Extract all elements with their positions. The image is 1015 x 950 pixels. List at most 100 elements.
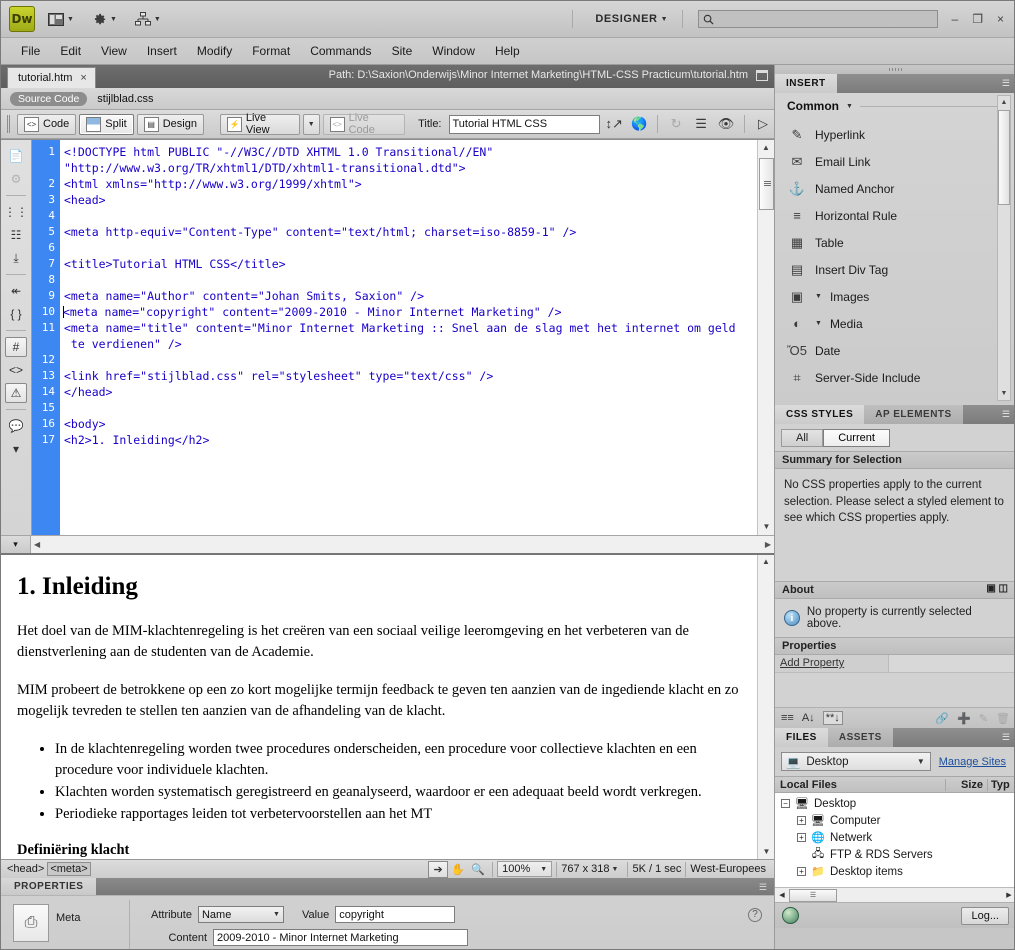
related-file-source-code[interactable]: Source Code <box>10 91 88 106</box>
insert-item-named-anchor[interactable]: ⚓ Named Anchor <box>775 175 1014 202</box>
code-line[interactable]: </head> <box>64 384 756 400</box>
insert-item-images[interactable]: ▣ ▼ Images <box>775 283 1014 310</box>
tab-css-styles[interactable]: CSS STYLES <box>775 405 865 424</box>
insert-item-media[interactable]: ◐ ▼ Media <box>775 310 1014 337</box>
remove-comment-icon[interactable]: 💬 <box>5 416 27 436</box>
chevron-down-icon[interactable]: ▼ <box>815 320 822 327</box>
expand-all-icon[interactable]: ⤓ <box>5 248 27 268</box>
insert-item-horizontal-rule[interactable]: ≡ Horizontal Rule <box>775 202 1014 229</box>
help-icon[interactable]: ? <box>748 908 762 922</box>
insert-item-insert-div-tag[interactable]: ▤ Insert Div Tag <box>775 256 1014 283</box>
tag-selector-meta[interactable]: <meta> <box>47 862 91 876</box>
code-line[interactable] <box>64 352 756 368</box>
property-value-cell[interactable] <box>889 655 1014 672</box>
insert-item-email-link[interactable]: ✉ Email Link <box>775 148 1014 175</box>
select-tool-icon[interactable]: ➔ <box>428 860 449 878</box>
apply-comment-icon[interactable]: ⚠ <box>5 383 27 403</box>
menu-help[interactable]: Help <box>485 40 530 62</box>
insert-item-table[interactable]: ▦ Table <box>775 229 1014 256</box>
tab-properties[interactable]: PROPERTIES <box>1 878 97 895</box>
tab-insert[interactable]: INSERT <box>775 74 837 93</box>
tree-item-ftp-rds-servers[interactable]: 🖧 FTP & RDS Servers <box>775 846 1014 863</box>
scroll-down-icon[interactable]: ▼ <box>758 845 774 859</box>
scroll-up-icon[interactable]: ▲ <box>758 140 774 156</box>
settings-button[interactable]: ▼ <box>87 7 122 31</box>
column-type[interactable]: Typ <box>988 779 1014 791</box>
search-input[interactable] <box>697 10 938 28</box>
chevron-down-icon[interactable]: ▼ <box>612 866 619 873</box>
code-editor[interactable]: 1 2 3 4 5 6 7 8 9 10 11 12 13 14 15 16 17 <!DOCTYPE html… <box>32 140 774 535</box>
manage-sites-link[interactable]: Manage Sites <box>939 756 1010 768</box>
code-line[interactable]: <h2>1. Inleiding</h2> <box>64 432 756 448</box>
scroll-left-icon[interactable]: ◀ <box>34 540 40 549</box>
add-property-link[interactable]: Add Property <box>780 657 844 669</box>
scroll-down-icon[interactable]: ▼ <box>758 519 774 535</box>
hand-tool-icon[interactable]: ✋ <box>448 861 468 878</box>
attach-stylesheet-icon[interactable]: 🔗 <box>935 712 949 725</box>
column-local-files[interactable]: Local Files <box>775 778 946 791</box>
open-documents-icon[interactable]: 📄 <box>5 146 27 166</box>
about-view-icons[interactable]: ▣ ◫ <box>986 583 1008 594</box>
tree-item-desktop-items[interactable]: + 📁 Desktop items <box>775 863 1014 880</box>
insert-item-date[interactable]: Ὄ5 Date <box>775 337 1014 364</box>
design-vertical-scrollbar[interactable]: ▲ ▼ <box>757 555 774 859</box>
menu-window[interactable]: Window <box>422 40 485 62</box>
code-line[interactable]: <meta http-equiv="Content-Type" content=… <box>64 224 756 240</box>
balance-braces-icon[interactable]: { } <box>5 304 27 324</box>
menu-file[interactable]: File <box>11 40 50 62</box>
code-line[interactable] <box>64 400 756 416</box>
tree-item-netwerk[interactable]: + 🌐 Netwerk <box>775 829 1014 846</box>
code-horizontal-scrollbar[interactable]: ◀ ▶ <box>31 536 774 553</box>
code-vertical-scrollbar[interactable]: ▲ ▼ <box>757 140 774 535</box>
panel-menu-icon[interactable]: ☰ <box>1002 78 1010 89</box>
files-tree[interactable]: − 🖥 Desktop + 🖥 Computer + 🌐 Netwerk 🖧 FTP & RDS S… <box>775 793 1014 887</box>
list-view-icon[interactable]: A↓ <box>802 712 815 724</box>
table-row[interactable]: Add Property <box>775 655 1014 673</box>
menu-format[interactable]: Format <box>242 40 300 62</box>
expander-icon[interactable]: + <box>797 833 806 842</box>
category-view-icon[interactable]: ≡≡ <box>781 712 794 724</box>
page-title-input[interactable]: Tutorial HTML CSS <box>448 114 601 134</box>
menu-modify[interactable]: Modify <box>187 40 242 62</box>
insert-item-server-side-include[interactable]: ⌗ Server-Side Include <box>775 364 1014 391</box>
preview-in-browser-icon[interactable]: 🌎 <box>628 114 650 135</box>
scroll-right-icon[interactable]: ▶ <box>1002 891 1014 899</box>
menu-view[interactable]: View <box>91 40 137 62</box>
live-view-options-button[interactable]: ▼ <box>302 113 320 135</box>
workspace-switcher[interactable]: DESIGNER ▼ <box>590 7 672 31</box>
design-view-button[interactable]: ▤ Design <box>136 113 204 135</box>
scroll-down-icon[interactable]: ▼ <box>998 387 1010 400</box>
site-button[interactable]: ▼ <box>130 7 166 31</box>
add-property-cell[interactable]: Add Property <box>775 655 889 672</box>
toolbar-grip[interactable] <box>7 115 11 133</box>
panel-menu-icon[interactable]: ☰ <box>1002 409 1010 420</box>
panel-menu-icon[interactable]: ☰ <box>759 882 767 893</box>
code-line[interactable] <box>64 272 756 288</box>
rendered-document[interactable]: 1. Inleiding Het doel van de MIM-klachte… <box>1 555 757 859</box>
design-view-pane[interactable]: 1. Inleiding Het doel van de MIM-klachte… <box>1 553 774 859</box>
validate-markup-icon[interactable]: ▷ <box>752 114 774 135</box>
collapse-code-pane-button[interactable]: ▾ <box>1 536 31 553</box>
document-tab-tutorial[interactable]: tutorial.htm × <box>7 67 96 88</box>
css-mode-all[interactable]: All <box>781 429 824 447</box>
collapse-full-tag-icon[interactable]: ⋮⋮ <box>4 202 28 222</box>
line-numbers-icon[interactable]: # <box>5 337 27 357</box>
attribute-select[interactable]: Name ▼ <box>197 906 284 923</box>
split-view-button[interactable]: Split <box>79 113 134 135</box>
column-size[interactable]: Size <box>946 778 988 791</box>
log-button[interactable]: Log... <box>961 906 1009 925</box>
scroll-left-icon[interactable]: ◀ <box>775 891 789 899</box>
menu-insert[interactable]: Insert <box>137 40 187 62</box>
menu-commands[interactable]: Commands <box>300 40 381 62</box>
tab-assets[interactable]: ASSETS <box>827 728 893 747</box>
collapse-selection-icon[interactable]: ☷ <box>5 225 27 245</box>
expander-icon[interactable]: + <box>797 816 806 825</box>
code-line[interactable]: <link href="stijlblad.css" rel="styleshe… <box>64 368 756 384</box>
maximize-button[interactable]: ❐ <box>972 12 983 26</box>
code-line[interactable]: <meta name="copyright" content="2009-201… <box>63 304 756 320</box>
refresh-globe-icon[interactable] <box>782 907 799 924</box>
scroll-up-icon[interactable]: ▲ <box>998 96 1010 109</box>
tree-item-desktop[interactable]: − 🖥 Desktop <box>775 795 1014 812</box>
content-input[interactable]: 2009-2010 - Minor Internet Marketing <box>213 929 468 946</box>
insert-scrollbar[interactable]: ▲ ▼ <box>997 95 1011 401</box>
